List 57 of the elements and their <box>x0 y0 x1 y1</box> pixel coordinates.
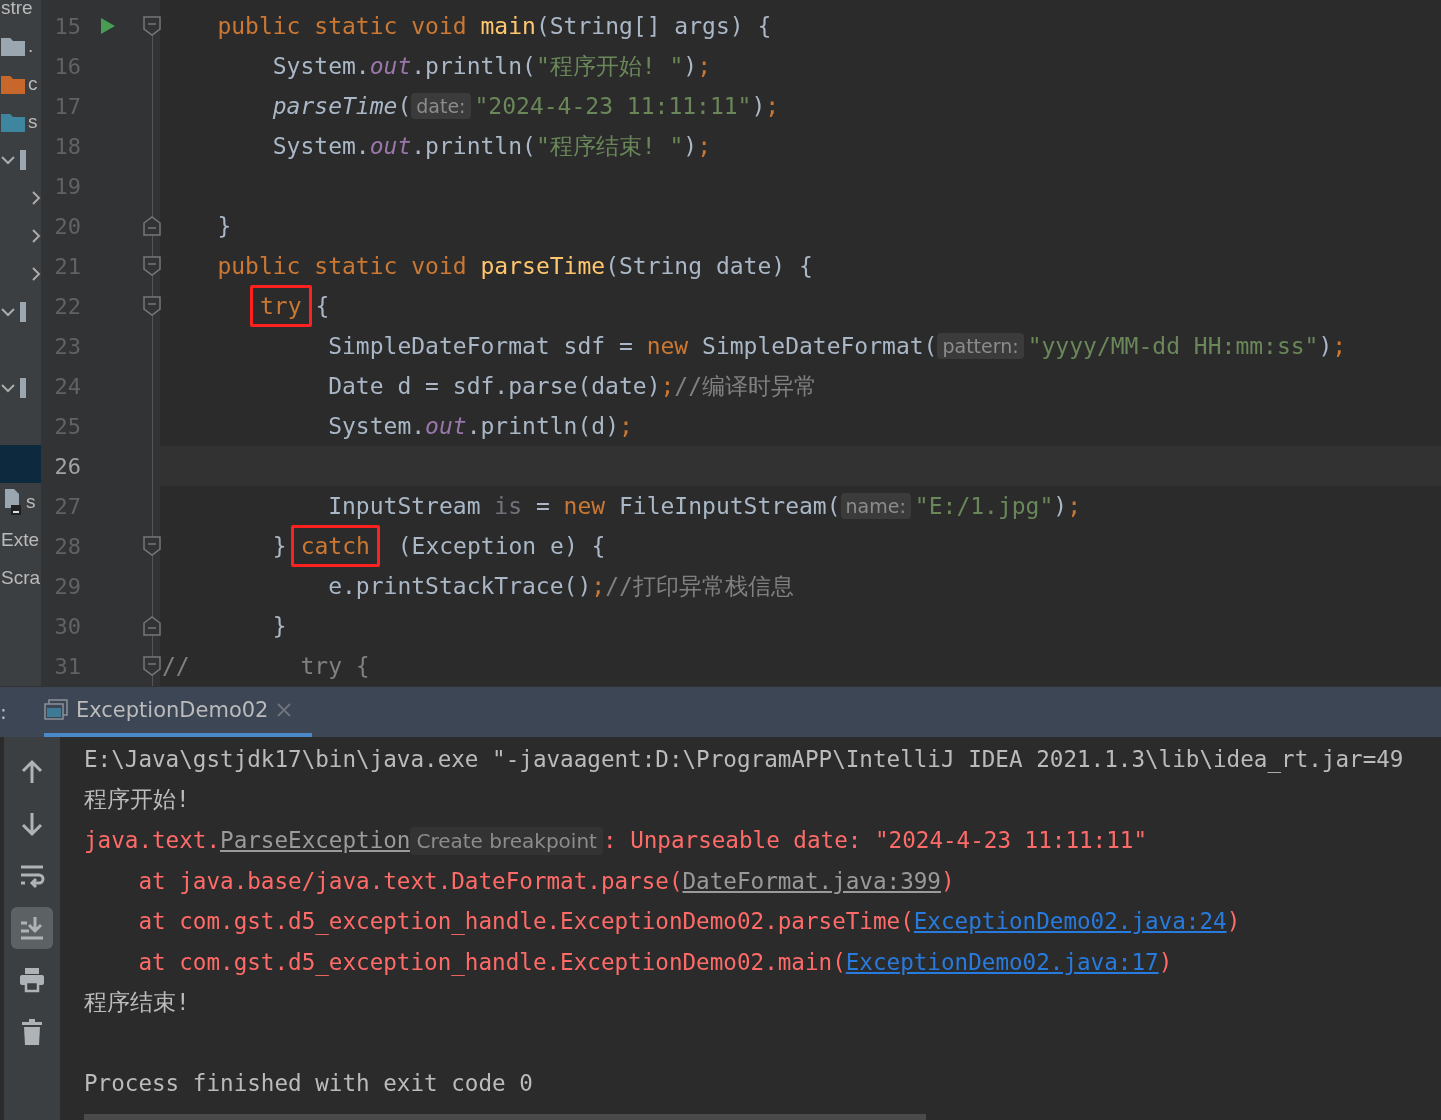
print-icon <box>19 967 45 993</box>
arrow-down-icon <box>21 811 43 837</box>
scroll-to-end-icon <box>19 915 45 941</box>
console-line: E:\Java\gstjdk17\bin\java.exe "-javaagent:D:\ProgramAPP\IntelliJ IDEA 2021.1.3\lib\idea_rt.jar=49 <box>84 746 1404 773</box>
code-line: SimpleDateFormat sdf = new SimpleDateFormat( pattern: "yyyy/MM-dd HH:mm:ss"); <box>327 333 1347 359</box>
trash-icon <box>21 1019 43 1045</box>
fold-icon[interactable] <box>143 536 161 556</box>
console-line: at com.gst.d5_exception_handle.ExceptionDemo02.main(ExceptionDemo02.java:17) <box>137 948 1173 975</box>
run-tab[interactable]: ExceptionDemo02 <box>44 687 313 737</box>
code-line: InputStream is = new FileInputStream( name: "E:/1.jpg"); <box>327 493 1082 519</box>
tree-item[interactable]: Exte <box>1 529 40 551</box>
chevron-down-icon[interactable] <box>1 153 15 167</box>
fold-icon[interactable] <box>143 16 161 36</box>
code-line: } <box>216 213 232 239</box>
code-line: } <box>271 613 287 639</box>
console-icon <box>44 699 68 721</box>
code-line: // try { <box>162 653 370 679</box>
close-icon[interactable] <box>276 702 293 718</box>
code-line: System.out.println(d); <box>327 413 633 439</box>
fold-icon[interactable] <box>143 216 161 236</box>
console-line: 程序开始! <box>84 785 190 815</box>
run-icon[interactable] <box>100 17 116 35</box>
chevron-down-icon[interactable] <box>1 305 15 319</box>
code-line: parseTime( date: "2024-4-23 11:11:11"); <box>271 93 780 119</box>
code-line: System.out.println("程序开始! "); <box>271 51 711 81</box>
code-line: public static void main(String[] args) { <box>216 13 772 39</box>
console-line: at com.gst.d5_exception_handle.ExceptionDemo02.parseTime(ExceptionDemo02.java:24) <box>137 908 1241 935</box>
code-line: public static void parseTime(String date) { <box>216 253 813 279</box>
console-line: at java.base/java.text.DateFormat.parse(DateFormat.java:399) <box>137 867 955 894</box>
console-line: java.text.ParseException Create breakpoint : Unparseable date: "2024-4-23 11:11:11" <box>84 827 1148 854</box>
chevron-right-icon[interactable] <box>29 267 41 281</box>
tree-item[interactable]: . <box>28 35 34 57</box>
fold-icon[interactable] <box>143 296 161 316</box>
soft-wrap-icon <box>19 863 45 889</box>
code-line: e.printStackTrace();//打印异常栈信息 <box>327 571 794 601</box>
arrow-up-icon <box>21 759 43 785</box>
panel-label: : <box>0 699 8 726</box>
chevron-down-icon[interactable] <box>1 381 15 395</box>
chevron-right-icon[interactable] <box>29 191 41 205</box>
scrollbar[interactable] <box>84 1114 926 1120</box>
fold-icon[interactable] <box>143 656 161 676</box>
tree-item[interactable]: s <box>26 491 36 513</box>
code-line: System.out.println("程序结束! "); <box>271 131 711 161</box>
tree-item[interactable]: c <box>28 73 38 95</box>
console-line: 程序结束! <box>84 987 190 1017</box>
code-line: try { <box>162 285 330 327</box>
tree-item[interactable]: stre <box>1 0 33 19</box>
line-number: 26 <box>53 453 81 479</box>
code-line: Date d = sdf.parse(date);//编译时异常 <box>327 371 818 401</box>
code-line: } catch (Exception e) { <box>162 525 606 567</box>
fold-icon[interactable] <box>143 616 161 636</box>
fold-icon[interactable] <box>143 256 161 276</box>
exit-status-line: Process finished with exit code 0 <box>84 1070 533 1097</box>
tree-item[interactable]: Scra <box>1 567 41 589</box>
tree-item[interactable]: s <box>28 111 38 133</box>
chevron-right-icon[interactable] <box>29 229 41 243</box>
toolbar-button[interactable] <box>11 907 53 949</box>
